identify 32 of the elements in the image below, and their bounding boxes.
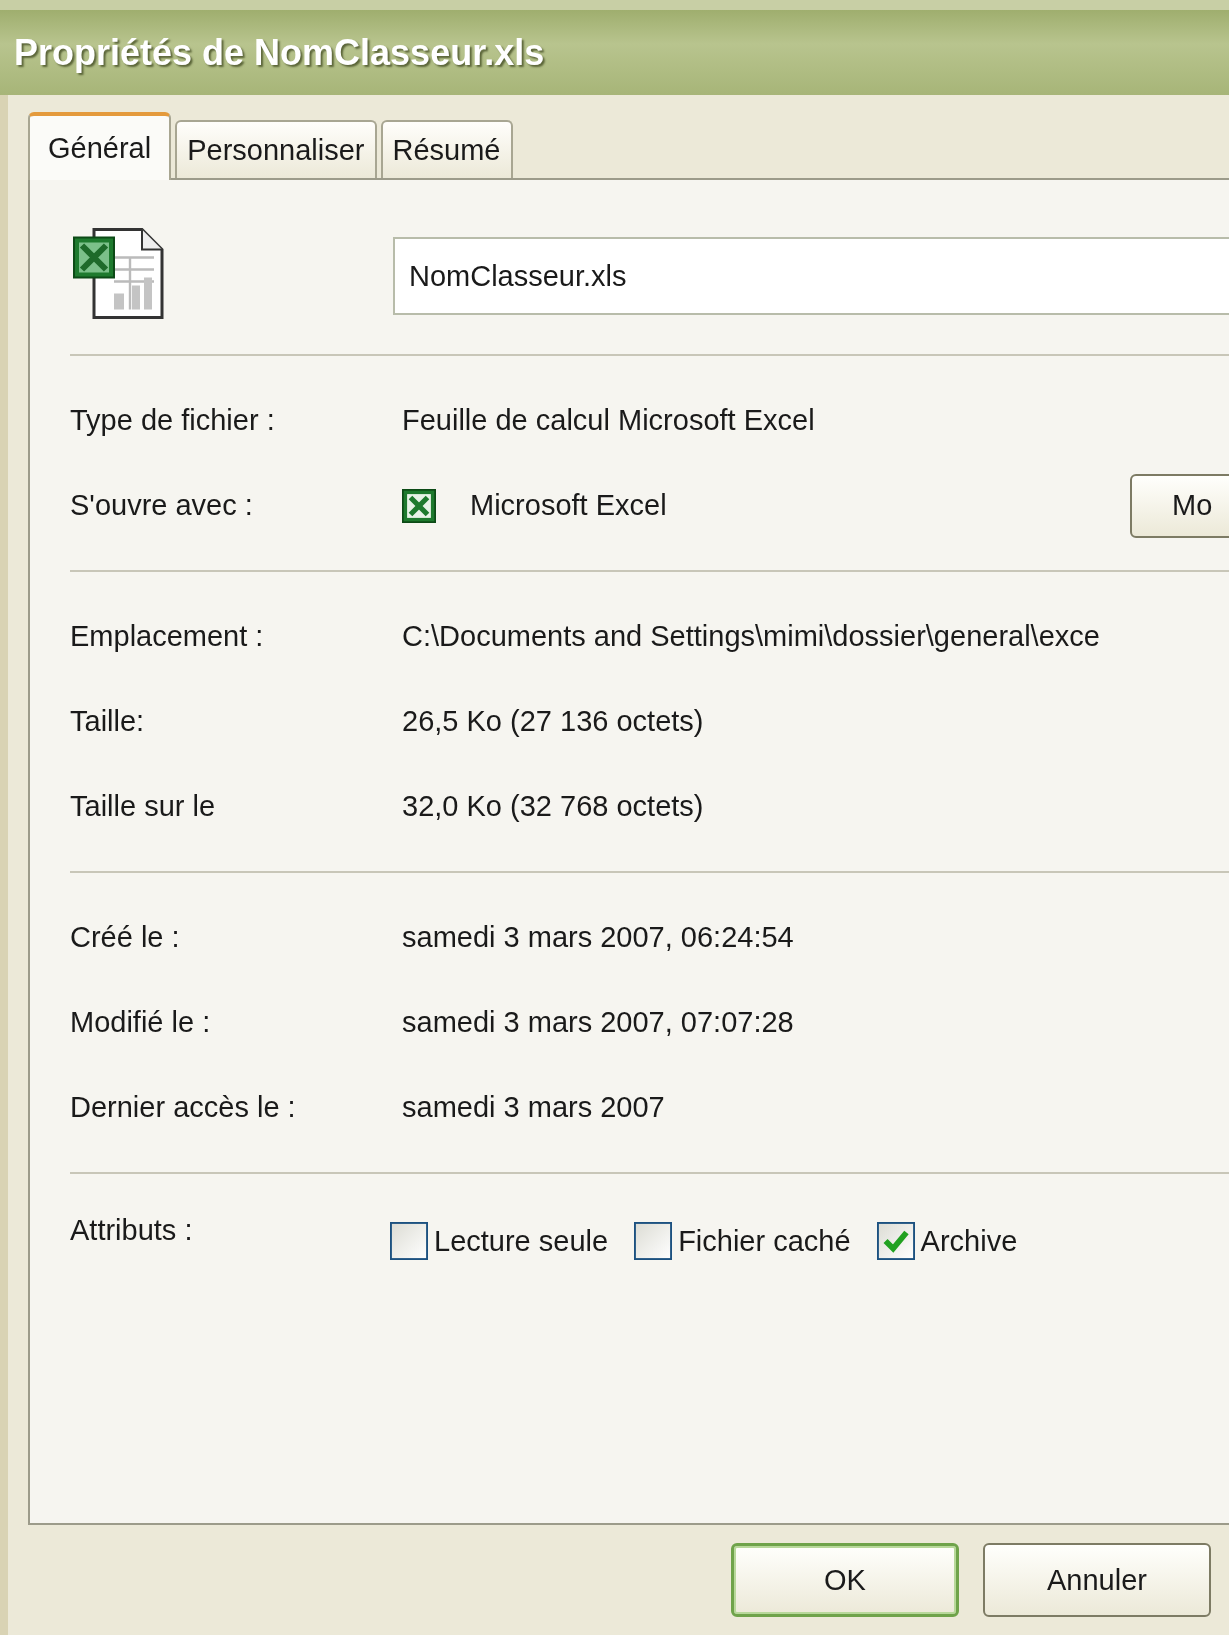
checkbox[interactable] [390,1222,428,1260]
checkbox[interactable] [876,1222,915,1260]
tab[interactable]: Personnaliser [175,120,377,178]
property-value: Feuille de calcul Microsoft Excel [402,404,815,437]
property-value: samedi 3 mars 2007 [402,1091,665,1124]
attributes-label: Attributs : [70,1214,194,1247]
tab[interactable]: Général [28,112,172,180]
property-label: Type de fichier : [70,404,276,437]
dialog-button[interactable]: Annuler [983,1543,1211,1617]
property-value: 32,0 Ko (32 768 octets) [402,790,704,823]
property-value: C:\Documents and Settings\mimi\dossier\general\exce [402,620,1100,653]
property-label: Taille: [70,705,146,738]
property-value: 26,5 Ko (27 136 octets) [402,705,704,738]
property-label: Dernier accès le : [70,1091,297,1124]
checkbox-label: Fichier caché [678,1224,851,1258]
window-title: Propriétés de NomClasseur.xls [14,31,545,74]
property-value: samedi 3 mars 2007, 06:24:54 [402,921,794,954]
checkbox[interactable] [634,1222,673,1260]
checkbox-label: Archive [920,1224,1018,1258]
change-button[interactable]: Mo [1130,473,1229,538]
spreadsheet-app-icon [402,488,436,523]
property-label: Taille sur le [70,790,217,823]
dialog-button[interactable]: OK [731,1543,959,1617]
checkbox-label: Lecture seule [434,1224,609,1258]
property-value: Microsoft Excel [470,489,667,522]
property-value: samedi 3 mars 2007, 07:07:28 [402,1006,794,1039]
tab[interactable]: Résumé [380,120,513,178]
file-name-field[interactable]: NomClasseur.xls [393,237,1229,315]
property-label: S'ouvre avec : [70,489,254,522]
property-label: Emplacement : [70,620,265,653]
property-label: Créé le : [70,921,181,954]
property-label: Modifié le : [70,1006,212,1039]
